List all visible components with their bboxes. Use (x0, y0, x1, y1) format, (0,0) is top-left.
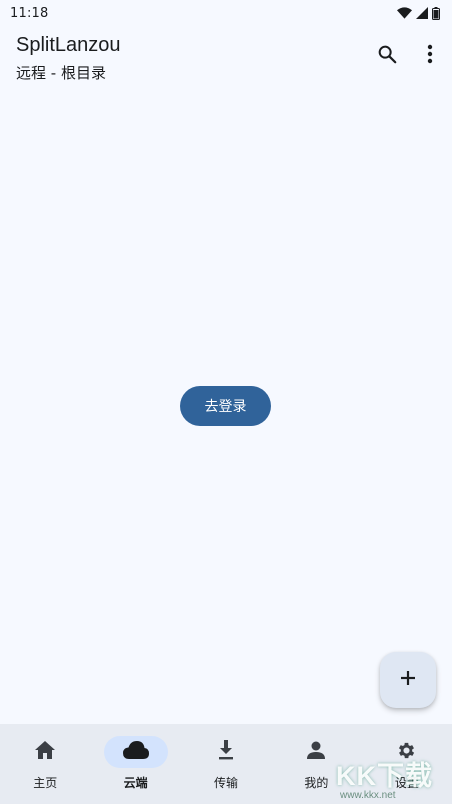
nav-indicator (13, 736, 77, 768)
status-time: 11:18 (10, 5, 49, 21)
download-icon (217, 740, 235, 764)
status-bar: 11:18 (0, 0, 452, 26)
add-fab-button[interactable] (380, 652, 436, 708)
more-options-button[interactable] (416, 42, 444, 70)
nav-item-home[interactable]: 主页 (0, 724, 90, 804)
battery-icon (432, 6, 440, 20)
nav-label-home: 主页 (33, 776, 58, 790)
plus-icon (399, 669, 417, 691)
person-icon (307, 741, 326, 763)
watermark-url: www.kkx.net (340, 790, 396, 801)
app-subtitle: 远程 - 根目录 (16, 64, 106, 82)
app-title: SplitLanzou (16, 34, 121, 56)
more-vert-icon (427, 44, 433, 68)
nav-indicator (194, 736, 258, 768)
cloud-icon (122, 741, 149, 763)
search-button[interactable] (373, 42, 401, 70)
nav-label-transfer: 传输 (214, 776, 239, 790)
search-icon (376, 43, 398, 69)
screen: 11:18 SplitLanzou 远程 - 根目录 去登录 主页 云端 传输 … (0, 0, 452, 804)
signal-icon (416, 7, 428, 19)
nav-indicator-active (103, 736, 168, 768)
nav-label-cloud: 云端 (123, 776, 148, 790)
login-button[interactable]: 去登录 (180, 386, 271, 426)
nav-label-profile: 我的 (304, 776, 329, 790)
nav-item-transfer[interactable]: 传输 (181, 724, 271, 804)
top-app-bar: SplitLanzou 远程 - 根目录 (0, 30, 452, 86)
watermark-logo: KK下载 (336, 761, 433, 791)
wifi-icon (397, 7, 412, 19)
home-icon (34, 740, 56, 764)
status-icons (397, 6, 440, 20)
nav-item-cloud[interactable]: 云端 (90, 724, 180, 804)
